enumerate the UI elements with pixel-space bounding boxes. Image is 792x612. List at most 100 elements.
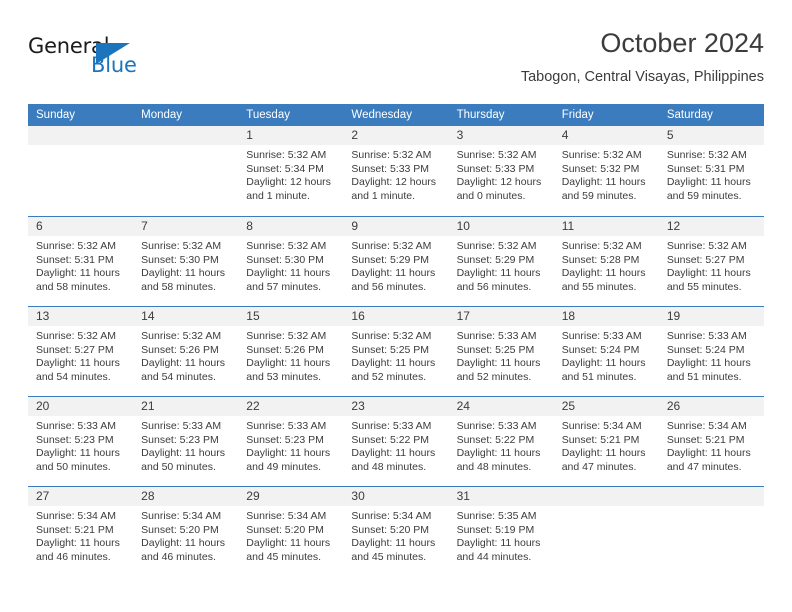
day-cell-16[interactable]: 16 Sunrise: 5:32 AM Sunset: 5:25 PM Dayligh… [343, 307, 449, 396]
day-detail-line: and 54 minutes. [141, 370, 216, 383]
day-detail-line: and 55 minutes. [561, 280, 637, 293]
day-cell-12[interactable]: 12 Sunrise: 5:32 AM Sunset: 5:27 PM Dayligh… [658, 217, 764, 306]
day-detail-line: Sunset: 5:30 PM [246, 253, 324, 266]
day-cell-3[interactable]: 3 Sunrise: 5:32 AM Sunset: 5:33 PM Daylight… [448, 126, 554, 216]
day-cell-29[interactable]: 29 Sunrise: 5:34 AM Sunset: 5:20 PM Dayligh… [238, 487, 344, 576]
day-cell-7[interactable]: 7 Sunrise: 5:32 AM Sunset: 5:30 PM Daylight… [133, 217, 239, 306]
day-cell-2[interactable]: 2 Sunrise: 5:32 AM Sunset: 5:33 PM Daylight… [343, 126, 449, 216]
day-cell-26[interactable]: 26 Sunrise: 5:34 AM Sunset: 5:21 PM Dayligh… [658, 397, 764, 486]
day-detail-line: Sunrise: 5:33 AM [561, 330, 642, 342]
day-detail-line: Sunrise: 5:32 AM [36, 240, 116, 252]
day-cell-30[interactable]: 30 Sunrise: 5:34 AM Sunset: 5:20 PM Dayligh… [343, 487, 449, 576]
day-detail-line: Sunset: 5:21 PM [561, 433, 640, 446]
day-number: 25 [561, 399, 576, 413]
day-number: 12 [666, 219, 681, 233]
day-cell-18[interactable]: 18 Sunrise: 5:33 AM Sunset: 5:24 PM Dayligh… [553, 307, 659, 396]
day-details: Sunrise: 5:32 AM Sunset: 5:31 PM Daylight:… [659, 145, 764, 203]
day-detail-line: and 58 minutes. [141, 280, 216, 293]
day-cell-10[interactable]: 10 Sunrise: 5:32 AM Sunset: 5:29 PM Dayligh… [448, 217, 554, 306]
day-number: 27 [36, 489, 50, 503]
day-number-band: 31 [448, 487, 554, 506]
day-details: Sunrise: 5:33 AM Sunset: 5:25 PM Daylight:… [449, 326, 554, 384]
day-detail-line: and 59 minutes. [666, 189, 742, 202]
day-cell-23[interactable]: 23 Sunrise: 5:33 AM Sunset: 5:22 PM Dayligh… [343, 397, 449, 486]
day-cell-19[interactable]: 19 Sunrise: 5:33 AM Sunset: 5:24 PM Dayligh… [658, 307, 764, 396]
day-cell-28[interactable]: 28 Sunrise: 5:34 AM Sunset: 5:20 PM Dayligh… [133, 487, 239, 576]
weekday-header-sunday: Sunday [36, 109, 76, 121]
day-cell-17[interactable]: 17 Sunrise: 5:33 AM Sunset: 5:25 PM Dayligh… [448, 307, 554, 396]
day-detail-line: and 48 minutes. [456, 460, 532, 473]
day-number: 19 [666, 309, 681, 323]
day-detail-line: Daylight: 11 hours [141, 267, 225, 280]
day-cell-24[interactable]: 24 Sunrise: 5:33 AM Sunset: 5:22 PM Dayligh… [448, 397, 554, 486]
day-detail-line: Sunrise: 5:33 AM [456, 420, 537, 432]
day-number-band: 11 [553, 217, 659, 236]
day-detail-line: Sunset: 5:27 PM [666, 253, 745, 266]
day-detail-line: Sunrise: 5:32 AM [456, 240, 537, 252]
day-number: 16 [351, 309, 365, 323]
day-detail-line: Daylight: 11 hours [666, 357, 751, 370]
day-number-band: 30 [343, 487, 449, 506]
day-cell-13[interactable]: 13 Sunrise: 5:32 AM Sunset: 5:27 PM Dayligh… [28, 307, 134, 396]
day-cell-21[interactable]: 21 Sunrise: 5:33 AM Sunset: 5:23 PM Dayligh… [133, 397, 239, 486]
day-number-band: 23 [343, 397, 449, 416]
day-detail-line: Sunset: 5:29 PM [351, 253, 430, 266]
day-detail-line: and 59 minutes. [561, 189, 637, 202]
day-number: 30 [351, 489, 365, 503]
day-cell-27[interactable]: 27 Sunrise: 5:34 AM Sunset: 5:21 PM Dayligh… [28, 487, 134, 576]
day-detail-line: Daylight: 11 hours [666, 267, 751, 280]
day-detail-line: and 49 minutes. [246, 460, 321, 473]
day-detail-line: Sunset: 5:20 PM [141, 523, 219, 536]
day-cell-25[interactable]: 25 Sunrise: 5:34 AM Sunset: 5:21 PM Dayligh… [553, 397, 659, 486]
day-cell-1[interactable]: 1 Sunrise: 5:32 AM Sunset: 5:34 PM Daylight… [238, 126, 344, 216]
day-cell-22[interactable]: 22 Sunrise: 5:33 AM Sunset: 5:23 PM Dayligh… [238, 397, 344, 486]
day-cell-8[interactable]: 8 Sunrise: 5:32 AM Sunset: 5:30 PM Daylight… [238, 217, 344, 306]
day-detail-line: Daylight: 11 hours [36, 267, 120, 280]
day-number: 29 [246, 489, 260, 503]
day-number-band: 14 [133, 307, 239, 326]
day-detail-line: Sunset: 5:19 PM [456, 523, 535, 536]
day-cell-31[interactable]: 31 Sunrise: 5:35 AM Sunset: 5:19 PM Dayligh… [448, 487, 554, 576]
day-cell-14[interactable]: 14 Sunrise: 5:32 AM Sunset: 5:26 PM Dayligh… [133, 307, 239, 396]
day-cell-11[interactable]: 11 Sunrise: 5:32 AM Sunset: 5:28 PM Dayligh… [553, 217, 659, 306]
day-detail-line: and 1 minute. [351, 189, 416, 202]
day-detail-line: Sunrise: 5:32 AM [246, 330, 327, 342]
day-detail-line: Sunrise: 5:33 AM [246, 420, 327, 432]
day-cell-6[interactable]: 6 Sunrise: 5:32 AM Sunset: 5:31 PM Daylight… [28, 217, 134, 306]
day-cell-4[interactable]: 4 Sunrise: 5:32 AM Sunset: 5:32 PM Daylight… [553, 126, 659, 216]
general-blue-logo[interactable]: General Blue [28, 34, 148, 84]
day-details: Sunrise: 5:33 AM Sunset: 5:24 PM Daylight:… [659, 326, 764, 384]
day-detail-line: Daylight: 11 hours [36, 537, 120, 550]
day-details: Sunrise: 5:32 AM Sunset: 5:31 PM Daylight:… [28, 236, 133, 294]
day-detail-line: Daylight: 12 hours [351, 176, 437, 189]
day-detail-line: Sunrise: 5:34 AM [666, 420, 747, 432]
day-detail-line: and 52 minutes. [351, 370, 427, 383]
day-cell-15[interactable]: 15 Sunrise: 5:32 AM Sunset: 5:26 PM Dayligh… [238, 307, 344, 396]
day-cell-5[interactable]: 5 Sunrise: 5:32 AM Sunset: 5:31 PM Daylight… [658, 126, 764, 216]
day-detail-line: Sunset: 5:28 PM [561, 253, 640, 266]
day-detail-line: Daylight: 11 hours [351, 537, 436, 550]
day-detail-line: Sunset: 5:29 PM [456, 253, 535, 266]
day-detail-line: and 46 minutes. [141, 550, 216, 563]
day-details: Sunrise: 5:34 AM Sunset: 5:20 PM Daylight:… [133, 506, 238, 564]
day-detail-line: Daylight: 11 hours [141, 537, 225, 550]
day-cell-20[interactable]: 20 Sunrise: 5:33 AM Sunset: 5:23 PM Dayligh… [28, 397, 134, 486]
day-detail-line: and 0 minutes. [456, 189, 526, 202]
day-detail-line: Daylight: 11 hours [351, 357, 436, 370]
day-details: Sunrise: 5:33 AM Sunset: 5:23 PM Daylight:… [238, 416, 343, 474]
day-number-band: 21 [133, 397, 239, 416]
day-cell-9[interactable]: 9 Sunrise: 5:32 AM Sunset: 5:29 PM Daylight… [343, 217, 449, 306]
day-detail-line: Sunset: 5:26 PM [141, 343, 219, 356]
day-number-band [28, 126, 134, 145]
day-detail-line: Daylight: 11 hours [351, 267, 436, 280]
day-detail-line: Daylight: 11 hours [561, 267, 646, 280]
day-detail-line: and 51 minutes. [561, 370, 637, 383]
day-details: Sunrise: 5:33 AM Sunset: 5:22 PM Daylight:… [449, 416, 554, 474]
day-number-band: 8 [238, 217, 344, 236]
day-details: Sunrise: 5:33 AM Sunset: 5:23 PM Daylight:… [133, 416, 238, 474]
day-number-band: 9 [343, 217, 449, 236]
day-detail-line: Sunrise: 5:32 AM [141, 240, 222, 252]
weekday-header-row: Sunday Monday Tuesday Wednesday Thursday Frid… [28, 104, 764, 126]
day-number: 10 [456, 219, 470, 233]
day-detail-line: Sunrise: 5:32 AM [141, 330, 222, 342]
